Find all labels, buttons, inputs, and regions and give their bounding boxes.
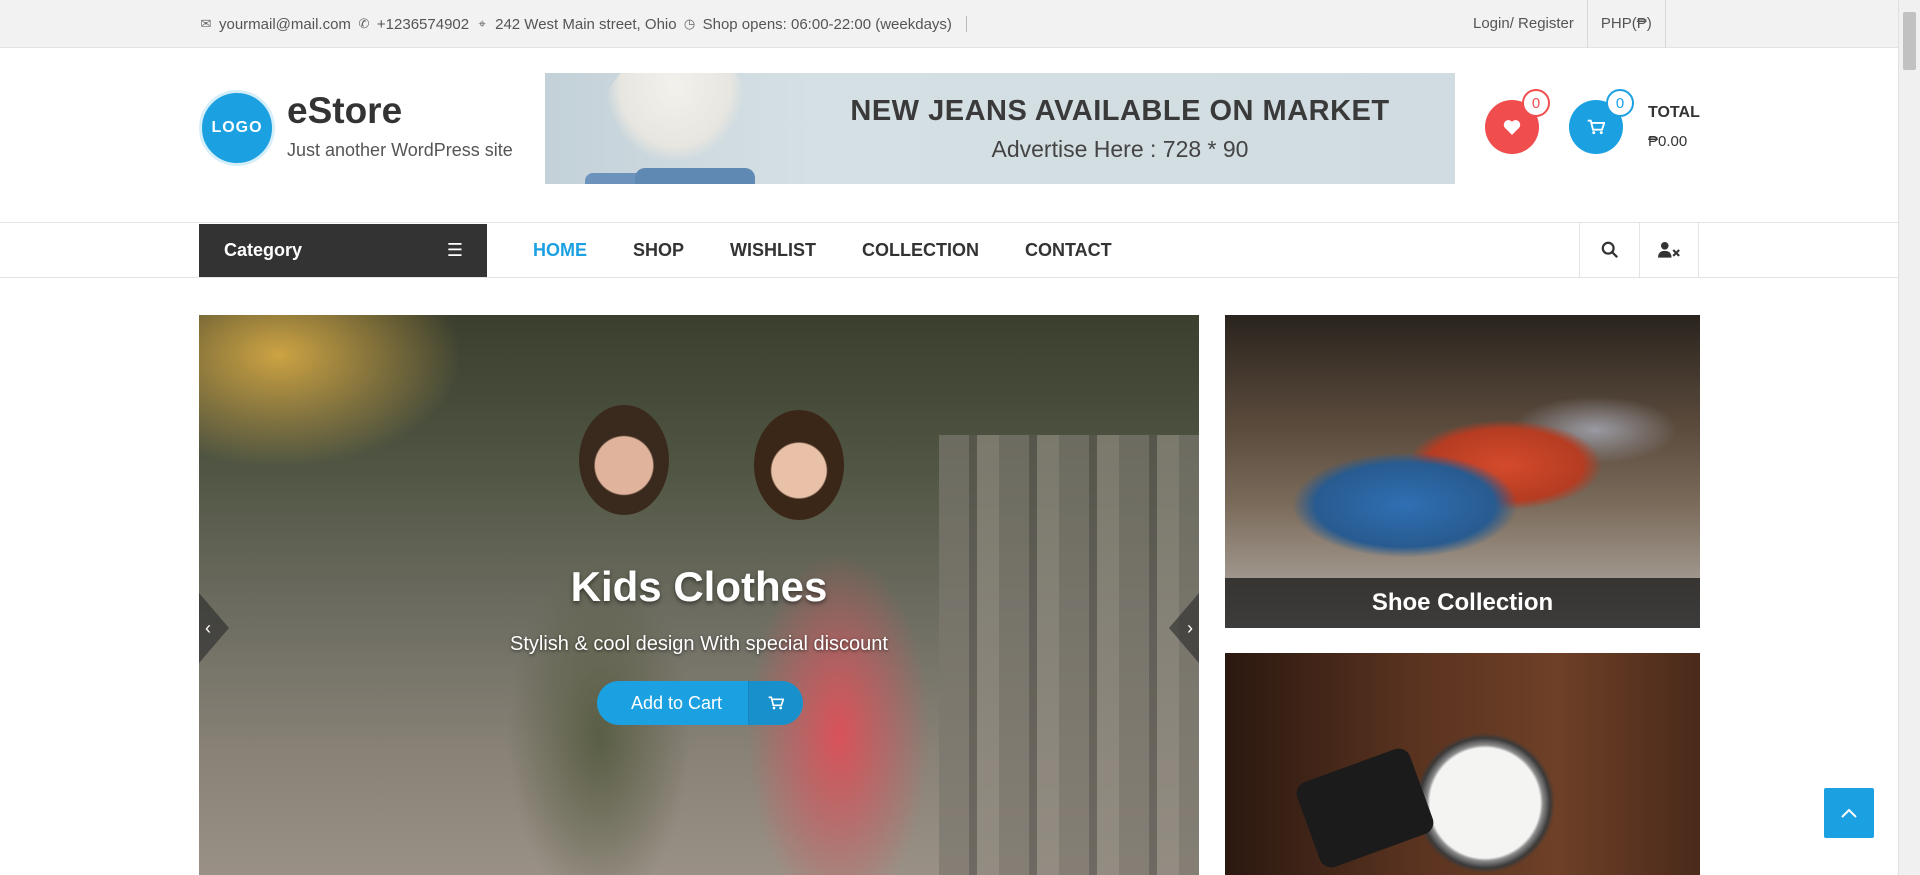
watch-collection-card[interactable] (1225, 653, 1700, 875)
address-item: ⌖ 242 West Main street, Ohio (475, 16, 676, 33)
phone-text: +1236574902 (376, 15, 470, 33)
hero-slider[interactable]: Kids Clothes Stylish & cool design With … (199, 315, 1199, 875)
watch-strap-image (1293, 745, 1437, 871)
nav-item-collection[interactable]: COLLECTION (839, 240, 1002, 261)
banner-jeans-image (635, 168, 755, 184)
wishlist-count-badge: 0 (1522, 89, 1550, 117)
chevron-up-icon (1841, 808, 1857, 818)
phone-icon: ✆ (358, 16, 370, 31)
site-logo[interactable]: LOGO (199, 90, 275, 166)
back-to-top-button[interactable] (1824, 788, 1874, 838)
address-text: 242 West Main street, Ohio (495, 15, 677, 33)
chevron-left-icon: ‹ (205, 617, 211, 638)
slide-image-boy (579, 405, 669, 515)
search-button[interactable] (1579, 223, 1639, 277)
top-bar: ✉ yourmail@mail.com ✆ +1236574902 ⌖ 242 … (0, 0, 1898, 48)
phone-item: ✆ +1236574902 (357, 16, 469, 33)
nav-item-home[interactable]: HOME (510, 240, 610, 261)
slide-subtitle: Stylish & cool design With special disco… (510, 633, 888, 655)
email-item: ✉ yourmail@mail.com (199, 16, 351, 33)
shopping-cart-icon (749, 681, 803, 725)
banner-title: NEW JEANS AVAILABLE ON MARKET (850, 95, 1390, 127)
slide-image-girl (754, 410, 844, 520)
menu-items: HOME SHOP WISHLIST COLLECTION CONTACT (510, 223, 1135, 277)
cart-count-badge: 0 (1606, 89, 1634, 117)
nav-item-shop[interactable]: SHOP (610, 240, 707, 261)
account-button[interactable] (1639, 223, 1699, 277)
add-to-cart-button[interactable]: Add to Cart (597, 681, 803, 725)
heart-icon (1503, 120, 1521, 135)
category-label: Category (224, 240, 303, 260)
contact-info: ✉ yourmail@mail.com ✆ +1236574902 ⌖ 242 … (199, 0, 967, 48)
envelope-icon: ✉ (200, 16, 212, 31)
banner-subtitle: Advertise Here : 728 * 90 (991, 136, 1249, 162)
shoe-collection-card[interactable]: Shoe Collection (1225, 315, 1700, 628)
site-title[interactable]: eStore (287, 90, 402, 132)
card-caption: Shoe Collection (1225, 578, 1700, 628)
login-register-link[interactable]: Login/ Register (1460, 0, 1588, 48)
chevron-right-icon: › (1187, 617, 1193, 638)
cart-total-label: TOTAL (1648, 104, 1700, 121)
shopping-cart-icon (1587, 119, 1605, 135)
clock-icon: ◷ (683, 16, 696, 31)
nav-item-wishlist[interactable]: WISHLIST (707, 240, 839, 261)
main-navigation: Category ☰ HOME SHOP WISHLIST COLLECTION… (0, 222, 1898, 278)
bars-icon: ☰ (446, 240, 463, 260)
search-icon (1601, 241, 1618, 258)
nav-item-contact[interactable]: CONTACT (1002, 240, 1135, 261)
divider (965, 16, 967, 32)
category-menu-button[interactable]: Category ☰ (199, 224, 487, 277)
map-marker-icon: ⌖ (478, 16, 486, 31)
page-scrollbar[interactable] (1898, 0, 1920, 875)
hours-item: ◷ Shop opens: 06:00-22:00 (weekdays) (683, 16, 952, 33)
slide-title: Kids Clothes (570, 563, 828, 610)
cart-total-value: ₱0.00 (1648, 133, 1688, 150)
currency-switcher[interactable]: PHP(₱) (1588, 0, 1666, 48)
hours-text: Shop opens: 06:00-22:00 (weekdays) (702, 15, 952, 33)
add-to-cart-label: Add to Cart (597, 681, 749, 725)
top-bar-links: Login/ Register PHP(₱) (1460, 0, 1666, 48)
email-text: yourmail@mail.com (219, 15, 351, 33)
user-times-icon (1658, 241, 1680, 258)
advertisement-banner[interactable]: NEW JEANS AVAILABLE ON MARKET Advertise … (545, 73, 1455, 184)
scrollbar-thumb[interactable] (1903, 12, 1916, 70)
site-description: Just another WordPress site (287, 140, 513, 160)
